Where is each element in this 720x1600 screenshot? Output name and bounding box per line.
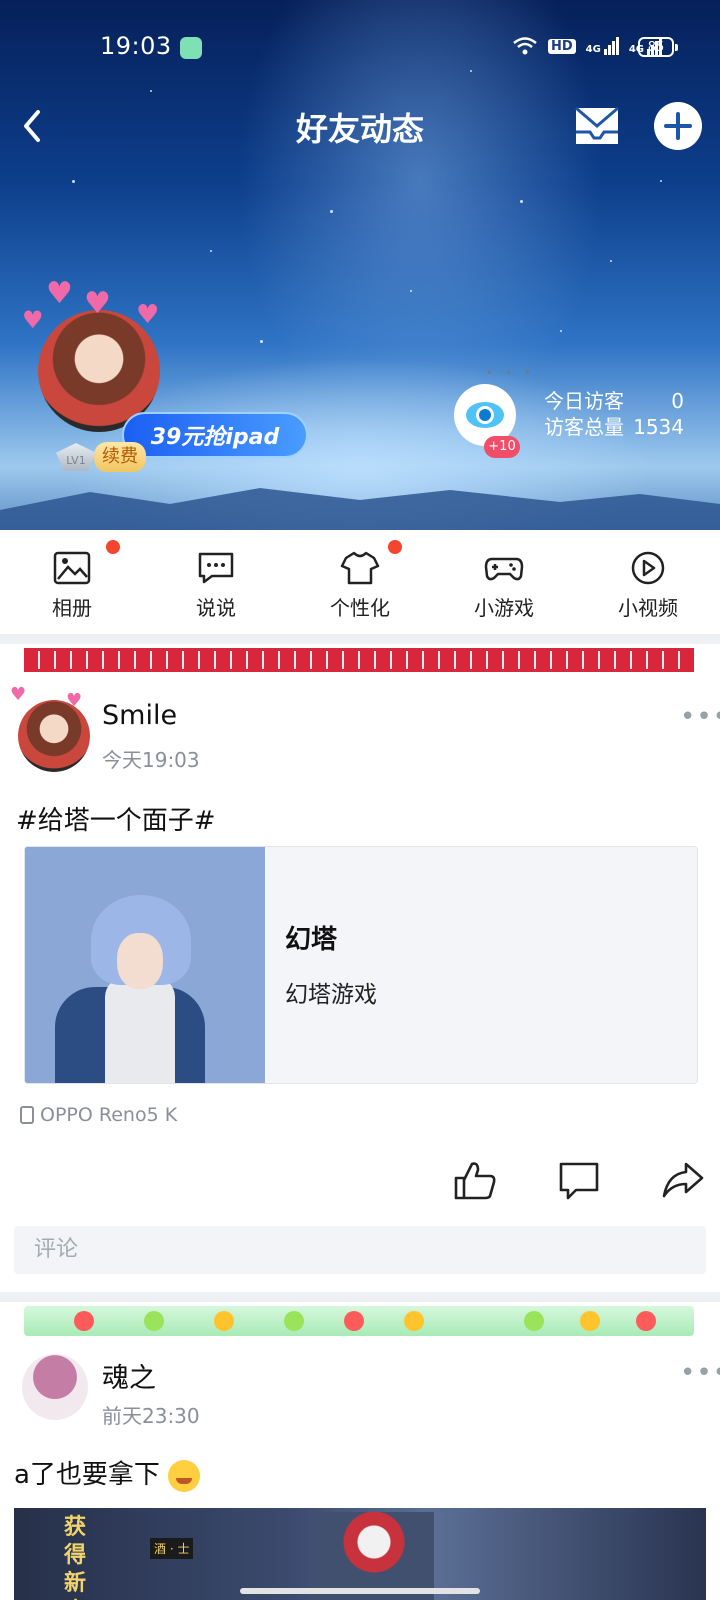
orange-icon (580, 1311, 600, 1331)
post-time: 前天23:30 (102, 1404, 200, 1428)
heart-icon: ♥ (136, 300, 160, 330)
shortcut-label: 说说 (196, 596, 236, 620)
more-options-icon[interactable]: ••• (680, 702, 720, 732)
author-name[interactable]: Smile (102, 700, 177, 731)
heart-icon: ♥ (46, 276, 73, 311)
image-caption: 获得新皮 (64, 1515, 87, 1600)
watermelon-icon (636, 1311, 656, 1331)
heart-icon: ♥ (10, 684, 27, 705)
level-diamond: LV1 (56, 443, 96, 471)
star-decoration (330, 210, 333, 213)
hd-icon: HD (547, 38, 576, 54)
play-circle-icon (631, 551, 665, 585)
section-divider (0, 1292, 720, 1302)
star-decoration (520, 200, 523, 203)
total-visitors-label: 访客总量 (544, 415, 624, 439)
game-character-figure (314, 1512, 434, 1600)
fruit-border-decoration (24, 1306, 694, 1336)
festive-border-decoration (24, 648, 694, 672)
shortcut-album[interactable]: 相册 (0, 530, 144, 634)
shortcut-personalize[interactable]: 个性化 (288, 530, 432, 634)
laughing-emoji-icon (168, 1459, 201, 1492)
star-decoration (210, 250, 212, 252)
visitor-badge: +10 (484, 436, 520, 458)
star-decoration (72, 180, 75, 183)
shortcut-minigames[interactable]: 小游戏 (432, 530, 576, 634)
lime-icon (284, 1311, 304, 1331)
post-text-row: a了也要拿下 (14, 1454, 201, 1492)
shared-subtitle: 幻塔游戏 (285, 982, 377, 1008)
star-decoration (660, 180, 662, 182)
shared-game-card[interactable]: 幻塔 幻塔游戏 (24, 846, 698, 1084)
comment-input[interactable]: 评论 (14, 1226, 706, 1274)
level-badge[interactable]: LV1 续费 (56, 442, 146, 472)
orange-icon (214, 1311, 234, 1331)
author-avatar[interactable] (22, 1354, 88, 1420)
like-thumb-icon[interactable] (452, 1158, 498, 1202)
shortcut-label: 个性化 (330, 596, 390, 620)
heart-icon: ♥ (66, 690, 83, 711)
visitor-dots-decoration: • • • (486, 366, 535, 380)
notification-dot (106, 540, 120, 554)
today-visitors-label: 今日访客 (544, 389, 624, 413)
eye-pupil (476, 406, 494, 424)
renew-label: 续费 (94, 442, 146, 472)
shortcut-label: 小视频 (618, 596, 678, 620)
wifi-icon (513, 37, 537, 55)
device-name: OPPO Reno5 K (40, 1104, 178, 1126)
post-time: 今天19:03 (102, 748, 200, 772)
promo-button[interactable]: 39元抢ipad (122, 412, 308, 458)
star-decoration (610, 260, 612, 262)
heart-icon: ♥ (22, 306, 44, 334)
heart-icon: ♥ (84, 286, 111, 321)
post-text: a了也要拿下 (14, 1460, 160, 1490)
chat-bubble-icon (198, 552, 234, 584)
tshirt-icon (340, 551, 380, 585)
share-arrow-icon[interactable] (660, 1158, 706, 1202)
orange-icon (404, 1311, 424, 1331)
mountain-silhouette (0, 488, 720, 530)
image-chip: 酒 · 士 (150, 1538, 194, 1559)
game-thumbnail (25, 847, 265, 1083)
visitor-stats[interactable]: 今日访客 0 访客总量 1534 (544, 388, 684, 440)
lime-icon (524, 1311, 544, 1331)
star-decoration (410, 290, 412, 292)
comment-icon[interactable] (556, 1158, 602, 1202)
watermelon-icon (74, 1311, 94, 1331)
shared-title: 幻塔 (285, 925, 338, 955)
shortcut-grid: 相册 说说 个性化 小游戏 小视频 (0, 530, 720, 634)
device-info: OPPO Reno5 K (20, 1104, 177, 1126)
star-decoration (560, 330, 562, 332)
gamepad-icon (484, 557, 524, 581)
notification-dot (388, 540, 402, 554)
today-visitors-value: 0 (671, 389, 684, 413)
today-visitors-row: 今日访客 0 (544, 388, 684, 414)
shortcut-minivideo[interactable]: 小视频 (576, 530, 720, 634)
total-visitors-value: 1534 (633, 415, 684, 439)
star-decoration (260, 340, 263, 343)
shortcut-label: 相册 (52, 596, 92, 620)
total-visitors-row: 访客总量 1534 (544, 414, 684, 440)
more-options-icon[interactable]: ••• (680, 1358, 720, 1388)
author-name[interactable]: 魂之 (102, 1356, 156, 1395)
post-text: #给塔一个面子# (16, 806, 216, 836)
watermelon-icon (344, 1311, 364, 1331)
notification-app-icon (180, 37, 202, 59)
lime-icon (144, 1311, 164, 1331)
photo-album-icon (53, 551, 91, 585)
section-divider (0, 634, 720, 644)
add-icon[interactable] (654, 102, 702, 150)
post-image[interactable]: 获得新皮 酒 · 士 (14, 1508, 706, 1600)
mailbox-icon[interactable] (570, 102, 624, 150)
status-time: 19:03 (100, 32, 172, 60)
shortcut-shuoshuo[interactable]: 说说 (144, 530, 288, 634)
status-bar: 19:03 HD 4G 4G 85 (0, 0, 720, 96)
phone-icon (20, 1106, 34, 1124)
signal-icon: 4G (586, 37, 619, 55)
battery-icon: 85 (638, 37, 678, 57)
home-indicator[interactable] (240, 1588, 480, 1594)
shortcut-label: 小游戏 (474, 596, 534, 620)
